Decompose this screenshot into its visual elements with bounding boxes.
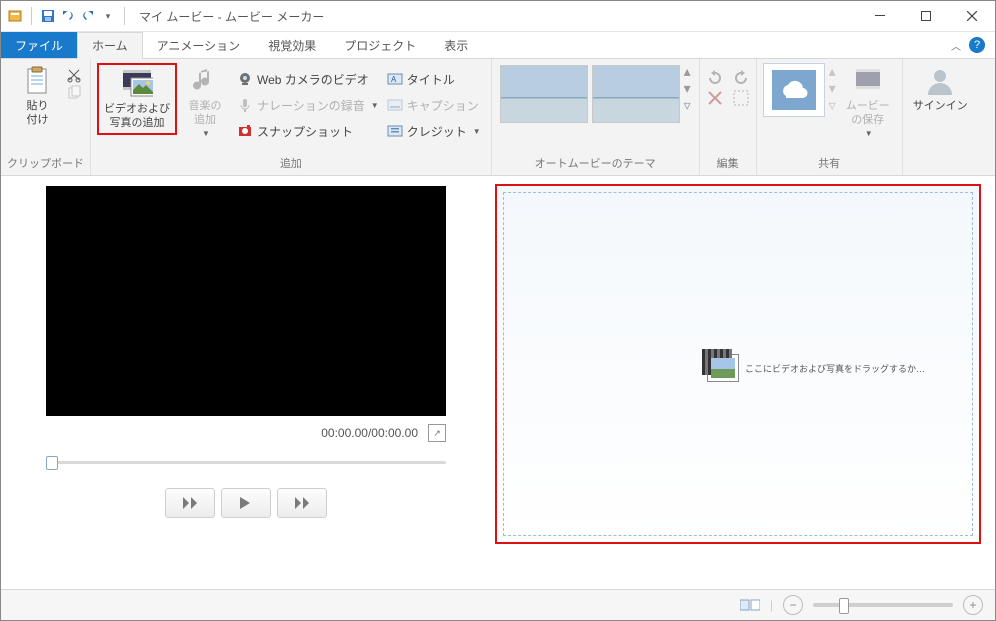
add-music-label: 音楽の 追加 bbox=[189, 99, 222, 127]
signin-label: サインイン bbox=[913, 99, 968, 113]
maximize-button[interactable] bbox=[903, 1, 949, 31]
title-bar: ▾ マイ ムービー - ムービー メーカー bbox=[1, 1, 995, 32]
paste-button[interactable]: 貼り 付け bbox=[10, 63, 66, 129]
add-media-button[interactable]: ビデオおよび 写真の追加 bbox=[100, 66, 174, 132]
rotate-left-icon[interactable] bbox=[706, 69, 724, 87]
group-edit: 編集 bbox=[700, 59, 757, 175]
storyboard-placeholder-text: ここにビデオおよび写真をドラッグするか… bbox=[745, 362, 925, 375]
group-signin: サインイン bbox=[903, 59, 978, 175]
add-music-button[interactable]: 音楽の 追加 ▼ bbox=[177, 63, 233, 140]
credit-button[interactable]: クレジット▼ bbox=[383, 119, 485, 143]
tab-view[interactable]: 表示 bbox=[430, 32, 482, 58]
close-button[interactable] bbox=[949, 1, 995, 31]
delete-icon[interactable] bbox=[706, 89, 724, 107]
seek-slider[interactable] bbox=[46, 454, 446, 470]
copy-icon[interactable] bbox=[66, 85, 82, 101]
group-automovie: ▴ ▾ ▿ オートムービーのテーマ bbox=[492, 59, 700, 175]
minimize-button[interactable] bbox=[857, 1, 903, 31]
signin-button[interactable]: サインイン bbox=[909, 63, 972, 115]
title-label: タイトル bbox=[407, 71, 455, 88]
share-cloud-button[interactable] bbox=[763, 63, 825, 117]
theme-more-icon[interactable]: ▿ bbox=[682, 97, 693, 114]
paste-label: 貼り 付け bbox=[27, 99, 49, 127]
title-button[interactable]: A タイトル bbox=[383, 67, 485, 91]
video-preview[interactable] bbox=[46, 186, 446, 416]
theme-thumb-2[interactable] bbox=[592, 65, 680, 123]
time-display: 00:00.00/00:00.00 bbox=[321, 426, 418, 440]
caption-button[interactable]: キャプション bbox=[383, 93, 485, 117]
redo-icon[interactable] bbox=[80, 8, 96, 24]
group-share: ▴ ▾ ▿ ムービー の保存 ▼ 共有 bbox=[757, 59, 903, 175]
share-next-icon[interactable]: ▾ bbox=[827, 80, 838, 97]
narration-button[interactable]: ナレーションの録音▼ bbox=[233, 93, 383, 117]
zoom-in-button[interactable]: + bbox=[963, 595, 983, 615]
tab-visual-effects[interactable]: 視覚効果 bbox=[254, 32, 330, 58]
fullscreen-icon[interactable]: ↗ bbox=[428, 424, 446, 442]
preview-pane: 00:00.00/00:00.00 ↗ bbox=[1, 176, 491, 589]
tab-project[interactable]: プロジェクト bbox=[330, 32, 430, 58]
theme-prev-icon[interactable]: ▴ bbox=[682, 63, 693, 80]
rotate-right-icon[interactable] bbox=[732, 69, 750, 87]
app-icon bbox=[7, 8, 23, 24]
status-bar: | − + bbox=[1, 589, 995, 620]
tab-home[interactable]: ホーム bbox=[77, 32, 143, 59]
group-clipboard-label: クリップボード bbox=[7, 153, 84, 175]
group-add-label: 追加 bbox=[280, 153, 302, 175]
add-media-label: ビデオおよび 写真の追加 bbox=[104, 102, 170, 130]
content-area: 00:00.00/00:00.00 ↗ ここにビデオおよび写真をドラッグするか… bbox=[1, 176, 995, 589]
group-add: ビデオおよび 写真の追加 音楽の 追加 ▼ Web カメラのビデオ ナレーショ bbox=[91, 59, 492, 175]
select-all-icon[interactable] bbox=[732, 89, 750, 107]
webcam-label: Web カメラのビデオ bbox=[257, 71, 369, 88]
storyboard-pane: ここにビデオおよび写真をドラッグするか… bbox=[491, 176, 995, 589]
snapshot-button[interactable]: スナップショット bbox=[233, 119, 383, 143]
group-edit-label: 編集 bbox=[717, 153, 739, 175]
quick-access-toolbar: ▾ bbox=[1, 7, 135, 25]
storyboard[interactable]: ここにビデオおよび写真をドラッグするか… bbox=[495, 184, 981, 544]
zoom-slider[interactable] bbox=[813, 603, 953, 607]
theme-next-icon[interactable]: ▾ bbox=[682, 80, 693, 97]
help-icon[interactable]: ? bbox=[969, 37, 985, 53]
qat-dropdown-icon[interactable]: ▾ bbox=[100, 8, 116, 24]
group-signin-spacer bbox=[939, 157, 942, 175]
share-prev-icon[interactable]: ▴ bbox=[827, 63, 838, 80]
storyboard-placeholder[interactable]: ここにビデオおよび写真をドラッグするか… bbox=[707, 354, 925, 382]
window-title: マイ ムービー - ムービー メーカー bbox=[135, 8, 857, 25]
narration-label: ナレーションの録音 bbox=[257, 97, 365, 114]
media-thumb-icon bbox=[707, 354, 739, 382]
undo-icon[interactable] bbox=[60, 8, 76, 24]
save-icon[interactable] bbox=[40, 8, 56, 24]
next-frame-button[interactable] bbox=[277, 488, 327, 518]
ribbon-tabs: ファイル ホーム アニメーション 視覚効果 プロジェクト 表示 ︿ ? bbox=[1, 32, 995, 59]
save-movie-label: ムービー の保存 bbox=[846, 99, 890, 127]
ribbon: 貼り 付け クリップボード bbox=[1, 59, 995, 176]
collapse-ribbon-icon[interactable]: ︿ bbox=[951, 38, 961, 53]
save-movie-button[interactable]: ムービー の保存 ▼ bbox=[840, 63, 896, 140]
play-button[interactable] bbox=[221, 488, 271, 518]
group-clipboard: 貼り 付け クリップボード bbox=[1, 59, 91, 175]
share-more-icon[interactable]: ▿ bbox=[827, 97, 838, 114]
view-toggle-icon[interactable] bbox=[740, 598, 760, 612]
svg-text:A: A bbox=[391, 75, 397, 84]
theme-thumb-1[interactable] bbox=[500, 65, 588, 123]
add-media-highlight: ビデオおよび 写真の追加 bbox=[97, 63, 177, 135]
tab-file[interactable]: ファイル bbox=[1, 32, 77, 58]
dropdown-icon: ▼ bbox=[202, 129, 210, 138]
snapshot-label: スナップショット bbox=[257, 123, 353, 140]
prev-frame-button[interactable] bbox=[165, 488, 215, 518]
webcam-button[interactable]: Web カメラのビデオ bbox=[233, 67, 383, 91]
group-automovie-label: オートムービーのテーマ bbox=[535, 153, 656, 175]
playback-controls bbox=[165, 488, 327, 518]
zoom-out-button[interactable]: − bbox=[783, 595, 803, 615]
credit-label: クレジット bbox=[407, 123, 467, 140]
group-share-label: 共有 bbox=[818, 153, 840, 175]
caption-label: キャプション bbox=[407, 97, 479, 114]
window-buttons bbox=[857, 1, 995, 31]
cut-icon[interactable] bbox=[66, 67, 82, 83]
tab-animation[interactable]: アニメーション bbox=[143, 32, 255, 58]
app-window: ▾ マイ ムービー - ムービー メーカー ファイル ホーム アニメーション 視… bbox=[0, 0, 996, 621]
